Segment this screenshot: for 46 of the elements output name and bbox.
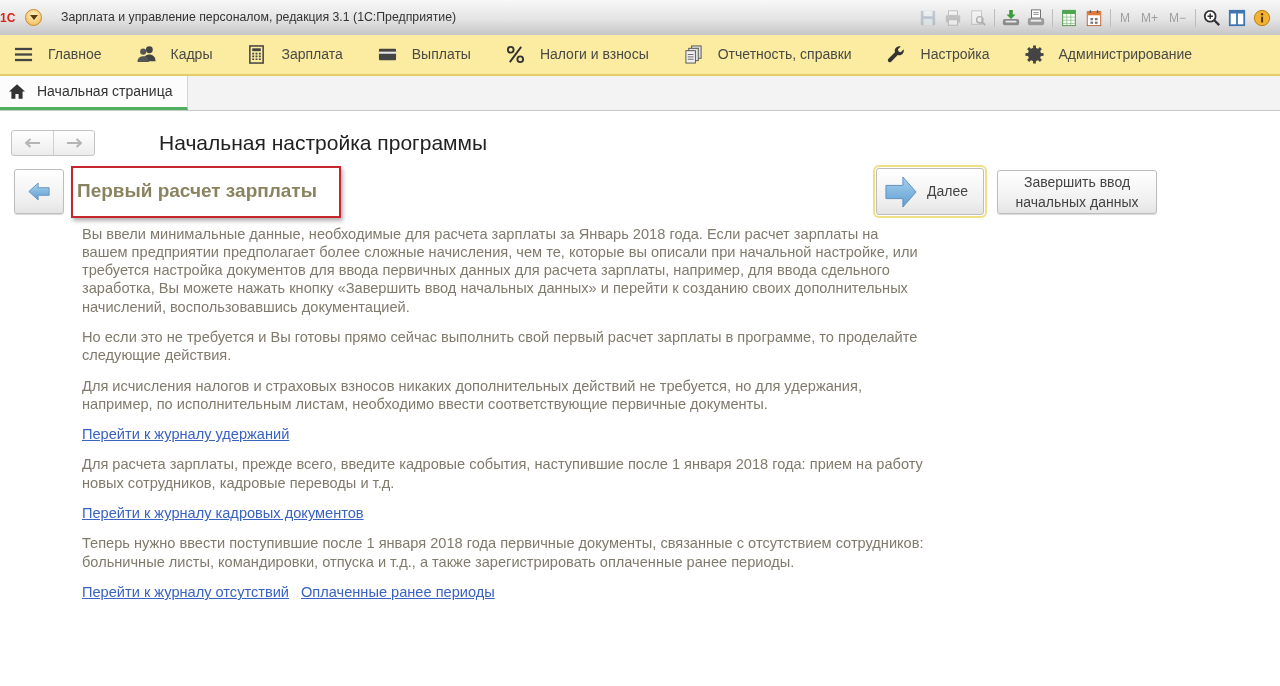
next-button[interactable]: Далее xyxy=(876,168,984,215)
form-title: Начальная настройка программы xyxy=(159,130,488,156)
gear-icon xyxy=(1024,45,1044,64)
home-tab[interactable]: Начальная страница xyxy=(0,76,189,110)
journal-link[interactable]: Перейти к журналу удержаний xyxy=(82,425,290,444)
documents-icon xyxy=(683,45,703,64)
section-link[interactable]: Кадры xyxy=(136,44,213,65)
finish-button[interactable]: Завершить ввод начальных данных xyxy=(997,169,1157,214)
window-title: Зарплата и управление персоналом, редакция 3.1 (1С:Предприятие) xyxy=(61,9,457,27)
zoom-in-icon[interactable] xyxy=(1203,8,1221,27)
people-icon xyxy=(136,45,156,64)
section-link[interactable]: Налоги и взносы xyxy=(505,44,649,65)
journal-link[interactable]: Оплаченные ранее периоды xyxy=(301,582,495,602)
section-link[interactable]: Отчетность, справки xyxy=(683,44,852,65)
info-paragraph: Для исчисления налогов и страховых взносов никаких дополнительных действий не требуется, но для удержания, например, по исполнительным листам, необходимо ввести соответствующие первичные документы. xyxy=(82,376,863,414)
info-paragraph: Но если это не требуется и Вы готовы прямо сейчас выполнить свой первый расчет зарплаты в программе, то проделайте следующие действия. xyxy=(82,328,919,365)
spreadsheet-icon[interactable] xyxy=(1059,8,1078,27)
caret-icon xyxy=(29,15,38,20)
section-link[interactable]: Выплаты xyxy=(377,44,471,65)
calculator-icon xyxy=(247,45,267,64)
info-paragraph: Вы ввели минимальные данные, необходимые для расчета зарплаты за Январь 2018 года. Если расчет зарплаты на вашем предприятии предполагает более сложные начисления, чем те, которые вы описали при начальной настройке, или требуется настройка документов для ввода первичных данных для расчета зарплаты, например, для ввода сдельного заработка, Вы можете нажать кнопку «Завершить ввод начальных данных» и перейти к созданию своих дополнительных начислений, воспользовавшись документацией. xyxy=(82,224,919,316)
section-link[interactable]: Администрирование xyxy=(1024,44,1192,65)
section-link[interactable]: Настройка xyxy=(886,44,990,65)
columns-icon[interactable] xyxy=(1228,8,1246,27)
info-icon[interactable] xyxy=(1253,8,1271,27)
home-icon xyxy=(9,84,25,99)
app-logo: 1С xyxy=(0,11,17,24)
info-paragraph: Теперь нужно ввести поступившие после 1 января 2018 года первичные документы, связанные с отсутствием сотрудников: больничные листы, командировки, отпуска и т.д., а также зарегистрировать оплаченные ранее периоды. xyxy=(82,534,925,571)
step-heading: Первый расчет зарплаты xyxy=(71,165,341,218)
arrow-tray-icon[interactable] xyxy=(1001,8,1020,27)
percent-icon xyxy=(505,45,525,64)
journal-link[interactable]: Перейти к журналу отсутствий xyxy=(82,582,289,602)
arrow-left-icon xyxy=(28,182,50,201)
journal-link[interactable]: Перейти к журналу кадровых документов xyxy=(82,504,364,523)
section-link[interactable]: Зарплата xyxy=(247,44,343,65)
calendar-icon[interactable] xyxy=(1084,8,1103,27)
printer-icon[interactable] xyxy=(1026,8,1045,27)
wrench-icon xyxy=(886,45,906,64)
arrow-right-icon xyxy=(885,175,917,208)
arrow-left-icon xyxy=(24,137,41,148)
arrow-right-icon xyxy=(66,137,82,148)
info-paragraph: Для расчета зарплаты, прежде всего, введите кадровые события, наступившие после 1 января 2018 года: прием на работу новых сотрудников, кадровые переводы и т.д. xyxy=(82,455,924,493)
menu-icon xyxy=(14,45,33,64)
previous-step-button[interactable] xyxy=(14,169,64,214)
main-menu-button[interactable] xyxy=(25,9,42,26)
section-link[interactable]: Главное xyxy=(14,44,102,65)
